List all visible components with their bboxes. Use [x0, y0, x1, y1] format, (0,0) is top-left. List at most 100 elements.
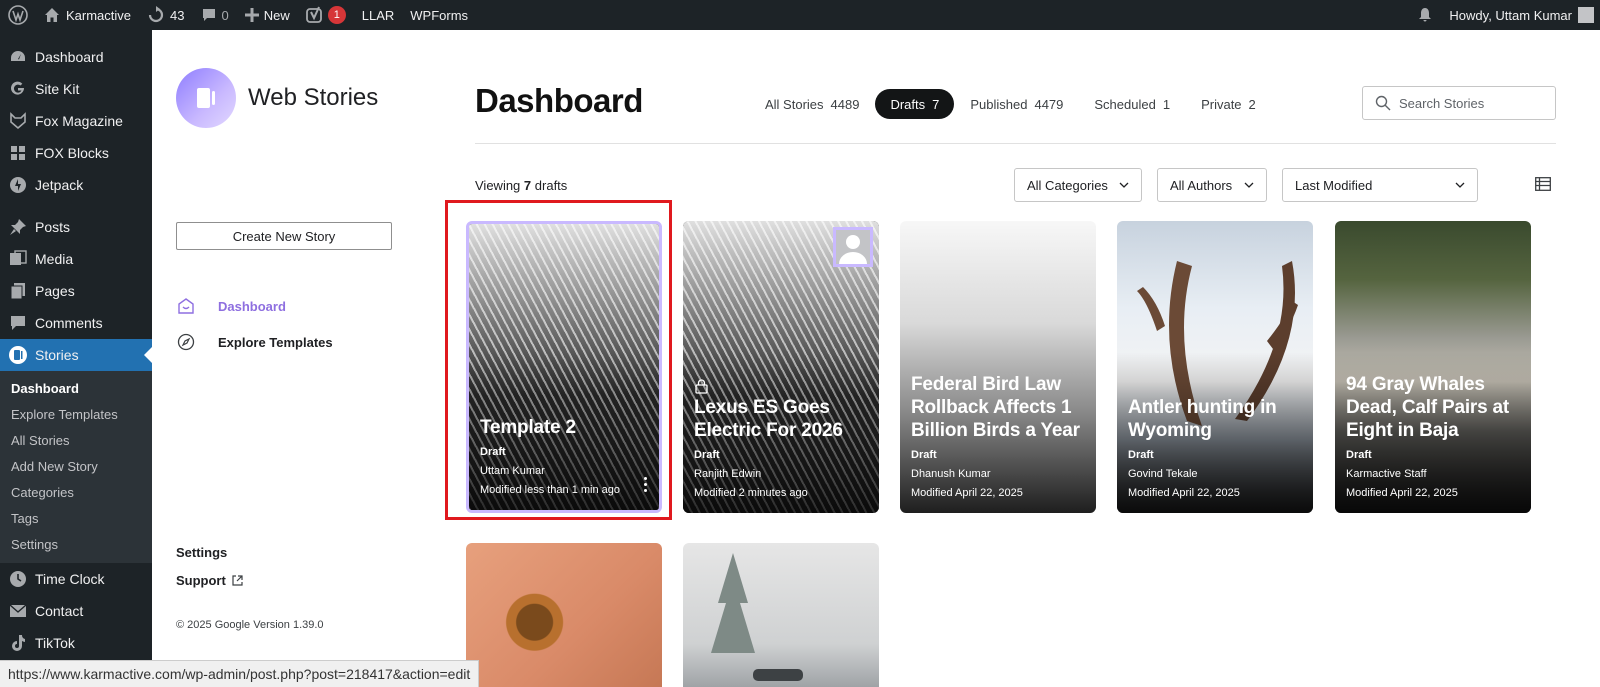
- tab-published[interactable]: Published 4479: [955, 89, 1078, 119]
- updates-link[interactable]: 43: [139, 0, 192, 30]
- search-box[interactable]: [1362, 86, 1556, 120]
- menu-time-clock[interactable]: Time Clock: [0, 563, 152, 595]
- menu-dashboard[interactable]: Dashboard: [0, 41, 152, 73]
- comments-link[interactable]: 0: [193, 0, 237, 30]
- submenu-add-new-story[interactable]: Add New Story: [0, 453, 152, 479]
- story-title: Antler hunting in Wyoming: [1128, 397, 1277, 441]
- logo-text: Web Stories: [248, 84, 379, 111]
- menu-fox-magazine[interactable]: Fox Magazine: [0, 105, 152, 137]
- story-thumbnail: [466, 543, 662, 687]
- ws-nav-label: Dashboard: [218, 298, 286, 314]
- refresh-icon: [148, 6, 164, 23]
- sort-order-dropdown[interactable]: Last Modified: [1282, 168, 1478, 202]
- menu-stories[interactable]: Stories: [0, 339, 152, 371]
- web-stories-logo[interactable]: Web Stories: [176, 68, 378, 128]
- clock-icon: [8, 569, 28, 589]
- yoast-link[interactable]: 1: [298, 0, 354, 30]
- new-content-link[interactable]: New: [237, 0, 298, 30]
- menu-media[interactable]: Media: [0, 243, 152, 275]
- menu-jetpack[interactable]: Jetpack: [0, 169, 152, 201]
- story-card-antler-hunting[interactable]: Antler hunting in Wyoming Draft Govind T…: [1117, 221, 1313, 513]
- wpforms-label: WPForms: [410, 7, 469, 23]
- viewing-prefix: Viewing: [475, 178, 521, 193]
- dropdown-value: Last Modified: [1295, 177, 1373, 193]
- tab-private[interactable]: Private 2: [1186, 89, 1271, 119]
- site-name-link[interactable]: Karmactive: [36, 0, 139, 30]
- header-divider: [475, 143, 1556, 144]
- story-card-snow-car[interactable]: [683, 543, 879, 687]
- envelope-icon: [8, 601, 28, 621]
- story-author: Karmactive Staff: [1346, 468, 1427, 480]
- browser-status-url: https://www.karmactive.com/wp-admin/post…: [0, 660, 480, 687]
- chevron-down-icon: [1244, 182, 1254, 188]
- wp-admin-menu: Dashboard Site Kit Fox Magazine FOX Bloc…: [0, 30, 152, 687]
- ws-support-link[interactable]: Support: [176, 573, 243, 588]
- list-view-toggle-icon[interactable]: [1535, 177, 1551, 196]
- tab-scheduled[interactable]: Scheduled 1: [1079, 89, 1185, 119]
- menu-pages[interactable]: Pages: [0, 275, 152, 307]
- pages-icon: [8, 281, 28, 301]
- story-info: 94 Gray Whales Dead, Calf Pairs at Eight…: [1346, 373, 1520, 503]
- ws-nav-dashboard[interactable]: Dashboard: [176, 296, 286, 316]
- search-icon: [1375, 95, 1391, 111]
- tab-label: Scheduled: [1094, 96, 1156, 112]
- tab-drafts[interactable]: Drafts 7: [875, 89, 955, 119]
- menu-contact[interactable]: Contact: [0, 595, 152, 627]
- submenu-settings[interactable]: Settings: [0, 531, 152, 557]
- submenu-tags[interactable]: Tags: [0, 505, 152, 531]
- howdy-text: Howdy, Uttam Kumar: [1449, 7, 1572, 23]
- chevron-down-icon: [1119, 182, 1129, 188]
- menu-label: Contact: [35, 603, 84, 619]
- tab-label: Private: [1201, 96, 1242, 112]
- menu-site-kit[interactable]: Site Kit: [0, 73, 152, 105]
- search-input[interactable]: [1399, 95, 1539, 111]
- menu-comments[interactable]: Comments: [0, 307, 152, 339]
- authors-dropdown[interactable]: All Authors: [1157, 168, 1267, 202]
- settings-label: Settings: [176, 545, 228, 560]
- story-card-template-2[interactable]: Template 2 Draft Uttam Kumar Modified le…: [466, 221, 662, 513]
- media-icon: [8, 249, 28, 269]
- ws-settings-link[interactable]: Settings: [176, 545, 227, 560]
- comment-bubble-icon: [202, 9, 215, 21]
- story-card-insect[interactable]: [466, 543, 662, 687]
- story-status: Draft: [1346, 449, 1372, 461]
- submenu-all-stories[interactable]: All Stories: [0, 427, 152, 453]
- story-modified: Modified April 22, 2025: [1128, 487, 1240, 499]
- tab-count: 2: [1248, 96, 1256, 112]
- story-title: Template 2: [480, 417, 576, 438]
- menu-fox-blocks[interactable]: FOX Blocks: [0, 137, 152, 169]
- story-title: Federal Bird Law Rollback Affects 1 Bill…: [911, 374, 1080, 441]
- ws-nav-explore-templates[interactable]: Explore Templates: [176, 332, 333, 352]
- plus-icon: [244, 8, 259, 22]
- tab-count: 4479: [1034, 96, 1064, 112]
- story-card-federal-bird-law[interactable]: Federal Bird Law Rollback Affects 1 Bill…: [900, 221, 1096, 513]
- menu-label: Time Clock: [35, 571, 105, 587]
- categories-dropdown[interactable]: All Categories: [1014, 168, 1142, 202]
- viewing-count-text: Viewing 7 drafts: [475, 178, 567, 193]
- menu-label: Media: [35, 251, 74, 267]
- more-options-icon[interactable]: [644, 477, 647, 492]
- blocks-grid-icon: [8, 143, 28, 163]
- submenu-explore-templates[interactable]: Explore Templates: [0, 401, 152, 427]
- create-new-story-button[interactable]: Create New Story: [176, 222, 392, 250]
- yoast-icon: [305, 6, 322, 23]
- dashboard-gauge-icon: [8, 47, 28, 67]
- notifications-bell-icon[interactable]: [1409, 0, 1441, 30]
- wordpress-logo-icon[interactable]: [0, 0, 36, 30]
- support-label: Support: [176, 573, 226, 588]
- tree-illustration: [711, 553, 803, 681]
- llar-link[interactable]: LLAR: [354, 0, 403, 30]
- submenu-categories[interactable]: Categories: [0, 479, 152, 505]
- viewing-count: 7: [523, 178, 532, 193]
- submenu-dashboard[interactable]: Dashboard: [0, 375, 152, 401]
- tab-all-stories[interactable]: All Stories 4489: [750, 89, 874, 119]
- story-modified: Modified April 22, 2025: [1346, 487, 1458, 499]
- story-card-lexus[interactable]: Lexus ES Goes Electric For 2026 Draft Ra…: [683, 221, 879, 513]
- menu-tiktok[interactable]: TikTok: [0, 627, 152, 659]
- story-card-gray-whales[interactable]: 94 Gray Whales Dead, Calf Pairs at Eight…: [1335, 221, 1531, 513]
- menu-posts[interactable]: Posts: [0, 211, 152, 243]
- user-account-link[interactable]: Howdy, Uttam Kumar: [1441, 0, 1600, 30]
- status-tabs: All Stories 4489 Drafts 7 Published 4479 Sc…: [750, 89, 1272, 119]
- external-link-icon: [232, 575, 243, 586]
- wpforms-link[interactable]: WPForms: [402, 0, 476, 30]
